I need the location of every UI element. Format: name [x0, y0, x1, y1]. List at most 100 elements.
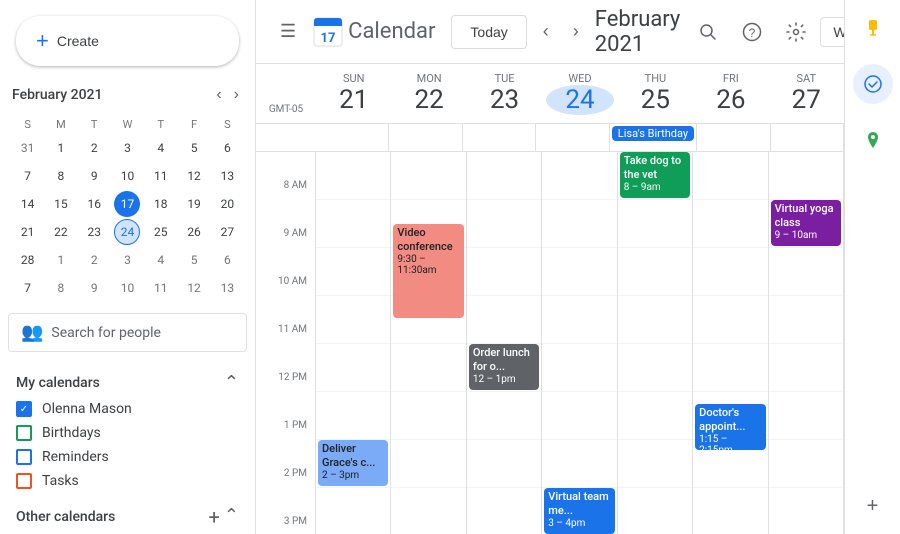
next-week-button[interactable]: › — [565, 13, 587, 50]
event-6[interactable]: Virtual yoga class9 – 10am — [771, 200, 841, 246]
mini-cal-day[interactable]: 26 — [181, 219, 207, 245]
mini-cal-day[interactable]: 11 — [148, 163, 174, 189]
time-column: 8 AM9 AM10 AM11 AM12 PM1 PM2 PM3 PM4 PM5… — [256, 152, 316, 534]
mini-cal-day[interactable]: 22 — [48, 219, 74, 245]
day-number[interactable]: 27 — [773, 85, 840, 115]
day-col-tue[interactable]: Order lunch for o...12 – 1pm — [467, 152, 542, 534]
help-button[interactable]: ? — [732, 12, 772, 52]
mini-cal-day[interactable]: 31 — [15, 135, 41, 161]
my-calendars-header[interactable]: My calendars ⌃ — [8, 368, 247, 397]
mini-cal-day[interactable]: 6 — [214, 247, 240, 273]
event-0[interactable]: Take dog to the vet8 – 9am — [620, 152, 690, 198]
event-title: Virtual yoga class — [775, 202, 837, 230]
mini-cal-day[interactable]: 28 — [15, 247, 41, 273]
settings-button[interactable] — [776, 12, 816, 52]
day-number[interactable]: 25 — [622, 85, 689, 115]
search-people[interactable]: 👥 Search for people — [8, 313, 247, 352]
event-1[interactable]: Video conference9:30 – 11:30am — [393, 224, 463, 318]
my-calendar-item[interactable]: Olenna Mason — [8, 397, 247, 421]
day-col-mon[interactable]: Video conference9:30 – 11:30am — [391, 152, 466, 534]
hour-line — [467, 296, 541, 344]
day-col-fri[interactable]: Doctor's appoint...1:15 – 2:15pm — [693, 152, 768, 534]
hour-line — [316, 200, 390, 248]
mini-cal-day[interactable]: 24 — [114, 219, 140, 245]
day-col-wed[interactable]: Virtual team me...3 – 4pm — [542, 152, 617, 534]
mini-cal-day[interactable]: 14 — [15, 191, 41, 217]
event-4[interactable]: Virtual team me...3 – 4pm — [544, 488, 614, 534]
mini-cal-day[interactable]: 17 — [114, 191, 140, 217]
mini-cal-day[interactable]: 2 — [81, 247, 107, 273]
mini-cal-day[interactable]: 15 — [48, 191, 74, 217]
calendar-checkbox — [16, 425, 32, 441]
mini-cal-day[interactable]: 7 — [15, 275, 41, 301]
event-5[interactable]: Doctor's appoint...1:15 – 2:15pm — [695, 404, 765, 450]
mini-cal-day[interactable]: 7 — [15, 163, 41, 189]
mini-cal-day[interactable]: 11 — [148, 275, 174, 301]
day-col-sat[interactable]: Virtual yoga class9 – 10am — [769, 152, 844, 534]
my-calendar-item[interactable]: Birthdays — [8, 421, 247, 445]
mini-cal-next[interactable]: › — [230, 82, 243, 108]
event-2[interactable]: Order lunch for o...12 – 1pm — [469, 344, 539, 390]
event-3[interactable]: Deliver Grace's c...2 – 3pm — [318, 440, 388, 486]
allday-sat — [771, 124, 844, 151]
mini-cal-prev[interactable]: ‹ — [212, 82, 225, 108]
mini-cal-day[interactable]: 20 — [214, 191, 240, 217]
mini-cal-day[interactable]: 10 — [114, 163, 140, 189]
my-calendar-item[interactable]: Reminders — [8, 445, 247, 469]
add-other-cal-icon[interactable]: + — [209, 505, 220, 529]
create-button[interactable]: + Create — [16, 16, 239, 66]
today-button[interactable]: Today — [451, 15, 526, 49]
mini-cal-day[interactable]: 3 — [114, 135, 140, 161]
my-calendar-item[interactable]: Tasks — [8, 469, 247, 493]
mini-cal-day[interactable]: 9 — [81, 163, 107, 189]
day-number[interactable]: 23 — [471, 85, 538, 115]
mini-cal-day[interactable]: 1 — [48, 247, 74, 273]
mini-cal-day[interactable]: 5 — [181, 247, 207, 273]
day-header-thu: THU25 — [618, 64, 693, 123]
mini-cal-day[interactable]: 4 — [148, 135, 174, 161]
maps-button[interactable] — [853, 120, 893, 160]
logo-icon: 17 17 17 — [312, 16, 344, 48]
time-label: 9 AM — [256, 224, 315, 272]
mini-cal-day[interactable]: 12 — [181, 163, 207, 189]
mini-cal-day[interactable]: 5 — [181, 135, 207, 161]
day-col-sun[interactable]: Deliver Grace's c...2 – 3pm — [316, 152, 391, 534]
search-button[interactable] — [688, 12, 728, 52]
hamburger-button[interactable]: ☰ — [272, 13, 304, 50]
mini-cal-day[interactable]: 23 — [81, 219, 107, 245]
day-name: FRI — [697, 72, 764, 85]
mini-cal-day[interactable]: 27 — [214, 219, 240, 245]
mini-cal-day[interactable]: 13 — [214, 163, 240, 189]
hour-line — [769, 344, 843, 392]
prev-week-button[interactable]: ‹ — [535, 13, 557, 50]
mini-cal-day[interactable]: 10 — [114, 275, 140, 301]
main-area: ☰ 17 17 17 Calendar Today ‹ › February 2… — [256, 0, 844, 534]
other-calendars-header[interactable]: Other calendars + ⌃ — [8, 501, 247, 533]
mini-cal-day[interactable]: 13 — [214, 275, 240, 301]
day-col-thu[interactable]: Take dog to the vet8 – 9am — [618, 152, 693, 534]
mini-cal-day[interactable]: 12 — [181, 275, 207, 301]
lisas-birthday-event[interactable]: Lisa's Birthday — [612, 126, 694, 141]
day-number[interactable]: 21 — [320, 85, 387, 115]
keep-button[interactable] — [853, 8, 893, 48]
event-title: Order lunch for o... — [473, 346, 535, 374]
add-panel-button[interactable]: + — [853, 486, 893, 526]
day-number[interactable]: 22 — [395, 85, 462, 115]
mini-cal-day[interactable]: 8 — [48, 163, 74, 189]
mini-cal-day[interactable]: 4 — [148, 247, 174, 273]
week-selector[interactable]: Week ▼ — [820, 17, 844, 47]
mini-cal-day[interactable]: 21 — [15, 219, 41, 245]
mini-cal-day[interactable]: 19 — [181, 191, 207, 217]
mini-cal-day[interactable]: 6 — [214, 135, 240, 161]
mini-cal-day[interactable]: 8 — [48, 275, 74, 301]
tasks-button[interactable] — [853, 64, 893, 104]
mini-cal-day[interactable]: 1 — [48, 135, 74, 161]
mini-cal-day[interactable]: 2 — [81, 135, 107, 161]
mini-cal-day[interactable]: 3 — [114, 247, 140, 273]
mini-cal-day[interactable]: 18 — [148, 191, 174, 217]
day-number[interactable]: 26 — [697, 85, 764, 115]
mini-cal-day[interactable]: 25 — [148, 219, 174, 245]
mini-cal-day[interactable]: 9 — [81, 275, 107, 301]
mini-cal-day[interactable]: 16 — [81, 191, 107, 217]
day-number[interactable]: 24 — [546, 85, 613, 115]
